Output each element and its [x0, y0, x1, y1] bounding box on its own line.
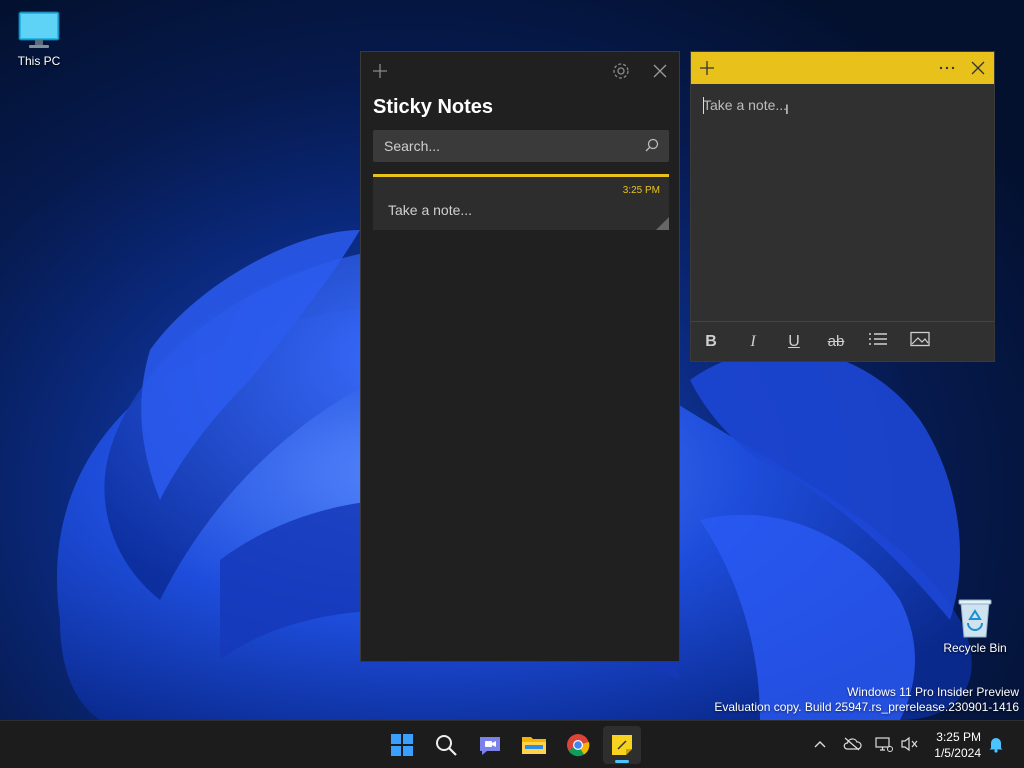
- network-icon: [875, 737, 893, 752]
- more-icon: [939, 66, 955, 70]
- search-icon: [436, 735, 457, 756]
- close-icon: [653, 64, 667, 78]
- desktop-icon-label: Recycle Bin: [943, 641, 1007, 655]
- sticky-notes-taskbar-button[interactable]: [603, 726, 641, 764]
- search-placeholder: Search...: [384, 138, 441, 154]
- note-header-bar[interactable]: [691, 52, 994, 84]
- watermark-line-1: Windows 11 Pro Insider Preview: [847, 685, 1019, 699]
- more-options-button[interactable]: [933, 54, 961, 82]
- sticky-notes-icon: [612, 735, 632, 755]
- note-text-area[interactable]: Take a note...: [703, 97, 787, 113]
- list-title-bar: [361, 52, 679, 90]
- onedrive-button[interactable]: [841, 733, 863, 755]
- new-note-button[interactable]: [366, 57, 394, 85]
- sticky-notes-list-window: Sticky Notes Search... 3:25 PM Take a no…: [360, 51, 680, 662]
- notifications-button[interactable]: [985, 733, 1007, 755]
- volume-button[interactable]: [898, 733, 920, 755]
- page-fold-icon: [656, 217, 669, 230]
- teams-chat-button[interactable]: [471, 726, 509, 764]
- chat-icon: [480, 737, 500, 755]
- note-list-item[interactable]: 3:25 PM Take a note...: [373, 174, 669, 230]
- underline-button[interactable]: U: [782, 331, 806, 353]
- close-icon: [971, 61, 985, 75]
- search-icon[interactable]: [645, 138, 659, 152]
- desktop-icon-label: This PC: [17, 54, 61, 68]
- chevron-up-icon: [814, 741, 826, 748]
- speaker-muted-icon: [901, 736, 918, 752]
- windows-logo-icon: [391, 734, 413, 756]
- monitor-icon: [17, 10, 61, 50]
- text-caret: [703, 97, 704, 114]
- search-input[interactable]: Search...: [373, 130, 669, 162]
- folder-icon: [522, 737, 546, 754]
- start-button[interactable]: [383, 726, 421, 764]
- clock-date: 1/5/2024: [934, 746, 981, 760]
- note-preview-text: Take a note...: [388, 202, 473, 218]
- plus-icon: [700, 61, 714, 75]
- gear-icon: [613, 63, 629, 79]
- close-note-button[interactable]: [964, 54, 992, 82]
- note-editor-window: Take a note... I B I U ab: [690, 51, 995, 362]
- watermark-line-2: Evaluation copy. Build 25947.rs_prerelea…: [714, 700, 1019, 714]
- image-icon: [910, 331, 930, 347]
- network-button[interactable]: [873, 733, 895, 755]
- cloud-offline-icon: [843, 737, 862, 751]
- recycle-bin-icon: [953, 597, 997, 638]
- desktop-icon-recycle-bin[interactable]: Recycle Bin: [937, 597, 1013, 655]
- taskbar: 3:25 PM 1/5/2024: [0, 720, 1024, 768]
- format-toolbar: B I U ab: [691, 321, 994, 361]
- desktop-icon-this-pc[interactable]: This PC: [1, 10, 77, 68]
- add-note-button[interactable]: [693, 54, 721, 82]
- note-timestamp: 3:25 PM: [622, 185, 660, 196]
- close-button[interactable]: [646, 57, 674, 85]
- list-icon: [869, 333, 887, 345]
- bold-button[interactable]: B: [699, 331, 723, 353]
- settings-button[interactable]: [607, 57, 635, 85]
- bullet-list-button[interactable]: [866, 331, 890, 353]
- strikethrough-button[interactable]: ab: [824, 331, 848, 353]
- system-clock[interactable]: 3:25 PM 1/5/2024: [934, 729, 981, 761]
- plus-icon: [373, 64, 387, 78]
- active-app-indicator: [615, 760, 629, 763]
- show-hidden-icons-button[interactable]: [809, 733, 831, 755]
- chrome-icon: [567, 734, 590, 757]
- app-title: Sticky Notes: [373, 96, 494, 118]
- italic-button[interactable]: I: [741, 331, 765, 353]
- search-button[interactable]: [427, 726, 465, 764]
- file-explorer-button[interactable]: [515, 726, 553, 764]
- evaluation-watermark: Windows 11 Pro Insider Preview Evaluatio…: [714, 685, 1019, 715]
- text-cursor-icon: I: [785, 101, 789, 117]
- chrome-button[interactable]: [559, 726, 597, 764]
- clock-time: 3:25 PM: [936, 730, 981, 744]
- add-image-button[interactable]: [908, 331, 932, 353]
- bell-icon: [989, 738, 1003, 753]
